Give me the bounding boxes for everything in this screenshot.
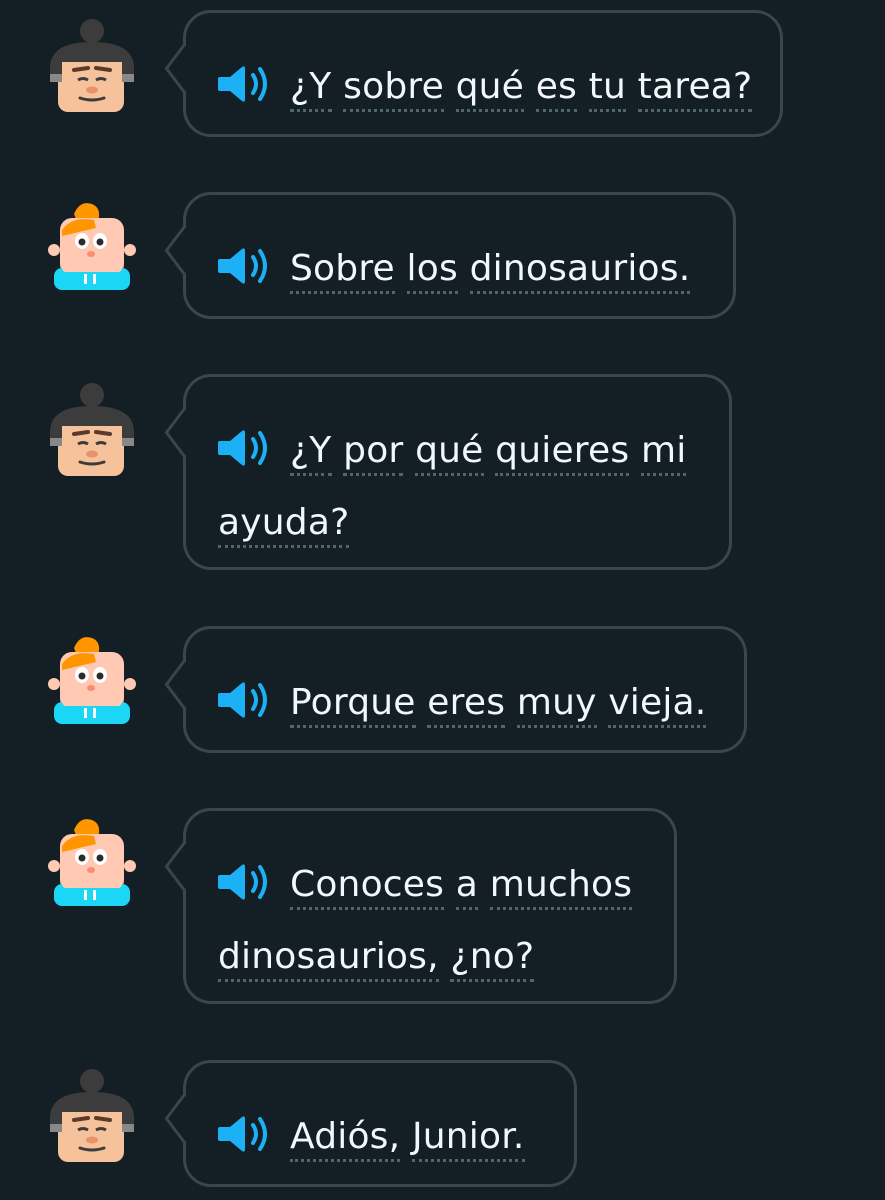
bubble-tail — [164, 841, 203, 892]
message-text: Conoces a muchos dinosaurios, ¿no? — [218, 849, 668, 993]
word-token[interactable]: es — [535, 66, 577, 112]
junior-avatar-icon — [44, 192, 140, 304]
word-token[interactable]: quieres — [495, 430, 630, 476]
message-bubble[interactable]: Porque eres muy vieja. — [164, 626, 747, 753]
bubble-tail — [164, 225, 203, 276]
message-text: ¿Y por qué quieres mi ayuda? — [218, 415, 718, 559]
bubble-tail — [164, 659, 203, 710]
word-token[interactable]: Porque — [290, 682, 416, 728]
junior-avatar-icon — [44, 808, 140, 920]
message-bubble[interactable]: Conoces a muchos dinosaurios, ¿no? — [164, 808, 677, 1004]
word-token[interactable]: ¿Y — [290, 430, 332, 476]
bubble-tail — [164, 407, 203, 458]
word-token[interactable]: dinosaurios. — [469, 248, 691, 294]
word-token[interactable]: Conoces — [290, 864, 445, 910]
word-token[interactable]: tarea? — [637, 66, 753, 112]
grandmother-avatar-icon — [44, 10, 140, 122]
message-bubble[interactable]: ¿Y sobre qué es tu tarea? — [164, 10, 783, 137]
word-token[interactable]: a — [455, 864, 479, 910]
bubble-tail — [164, 1093, 203, 1144]
word-token[interactable]: ayuda? — [218, 502, 350, 548]
message-bubble[interactable]: ¿Y por qué quieres mi ayuda? — [164, 374, 732, 570]
speaker-icon[interactable] — [218, 1114, 272, 1154]
speaker-icon[interactable] — [218, 64, 272, 104]
word-token[interactable]: sobre — [343, 66, 444, 112]
speaker-icon[interactable] — [218, 428, 272, 468]
word-token[interactable]: por — [343, 430, 404, 476]
speaker-icon[interactable] — [218, 862, 272, 902]
word-token[interactable]: Adiós, — [290, 1116, 401, 1162]
word-token[interactable]: mi — [640, 430, 687, 476]
speaker-icon[interactable] — [218, 680, 272, 720]
message-text: Adiós, Junior. — [218, 1101, 525, 1173]
word-token[interactable]: muchos — [489, 864, 633, 910]
grandmother-avatar-icon — [44, 1060, 140, 1172]
word-token[interactable]: muy — [516, 682, 597, 728]
word-token[interactable]: ¿Y — [290, 66, 332, 112]
word-token[interactable]: los — [406, 248, 458, 294]
bubble-tail — [164, 43, 203, 94]
message-bubble[interactable]: Adiós, Junior. — [164, 1060, 577, 1187]
word-token[interactable]: tu — [588, 66, 626, 112]
message-text: Sobre los dinosaurios. — [218, 233, 691, 305]
word-token[interactable]: Sobre — [290, 248, 395, 294]
word-token[interactable]: eres — [427, 682, 506, 728]
speaker-icon[interactable] — [218, 246, 272, 286]
message-text: ¿Y sobre qué es tu tarea? — [218, 51, 753, 123]
word-token[interactable]: ¿no? — [450, 936, 535, 982]
grandmother-avatar-icon — [44, 374, 140, 486]
message-bubble[interactable]: Sobre los dinosaurios. — [164, 192, 736, 319]
word-token[interactable]: qué — [415, 430, 484, 476]
word-token[interactable]: dinosaurios, — [218, 936, 439, 982]
word-token[interactable]: qué — [455, 66, 525, 112]
junior-avatar-icon — [44, 626, 140, 738]
word-token[interactable]: vieja. — [608, 682, 707, 728]
message-text: Porque eres muy vieja. — [218, 667, 707, 739]
word-token[interactable]: Junior. — [411, 1116, 525, 1162]
